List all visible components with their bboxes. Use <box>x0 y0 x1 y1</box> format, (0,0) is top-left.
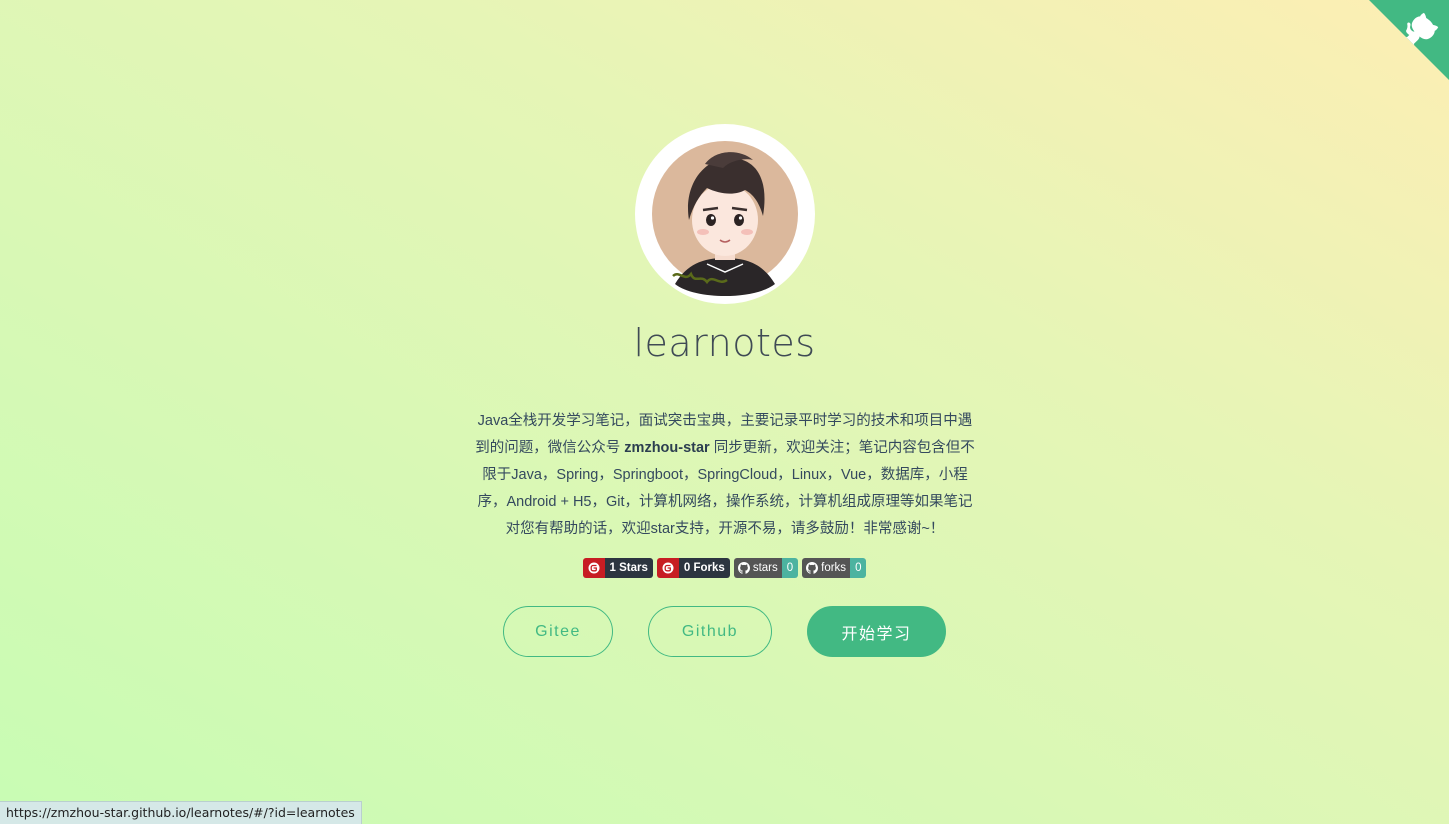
gitee-button[interactable]: Gitee <box>503 606 613 657</box>
github-cat-icon[interactable] <box>1369 0 1449 80</box>
gitee-forks-badge[interactable]: 0 Forks <box>656 558 730 578</box>
github-stars-count: 0 <box>781 558 799 578</box>
start-learning-button[interactable]: 开始学习 <box>807 606 946 657</box>
wechat-account-name: zmzhou-star <box>624 440 710 456</box>
project-description: Java全栈开发学习笔记，面试突击宝典，主要记录平时学习的技术和项目中遇到的问题… <box>474 408 976 543</box>
github-button[interactable]: Github <box>648 606 772 657</box>
github-forks-badge[interactable]: forks 0 <box>802 558 867 578</box>
github-corner[interactable] <box>1369 0 1449 80</box>
github-logo-icon <box>806 562 819 574</box>
github-stars-label: stars <box>752 562 778 574</box>
github-logo-icon <box>737 562 750 574</box>
gitee-stars-text: 1 Stars <box>604 558 653 578</box>
badge-row: 1 Stars 0 Forks stars 0 forks 0 <box>0 558 1449 580</box>
gitee-logo-icon <box>582 558 605 578</box>
github-forks-label: forks <box>821 562 847 574</box>
avatar <box>635 124 815 304</box>
page-title: learnotes <box>633 321 816 365</box>
github-forks-count: 0 <box>850 558 867 578</box>
action-buttons: Gitee Github 开始学习 <box>0 606 1449 658</box>
status-bar-url: https://zmzhou-star.github.io/learnotes/… <box>0 801 362 824</box>
gitee-logo-icon <box>656 558 679 578</box>
gitee-stars-badge[interactable]: 1 Stars <box>582 558 653 578</box>
github-stars-badge[interactable]: stars 0 <box>733 558 799 578</box>
cartoon-avatar-icon <box>652 141 798 296</box>
gitee-forks-text: 0 Forks <box>678 558 730 578</box>
